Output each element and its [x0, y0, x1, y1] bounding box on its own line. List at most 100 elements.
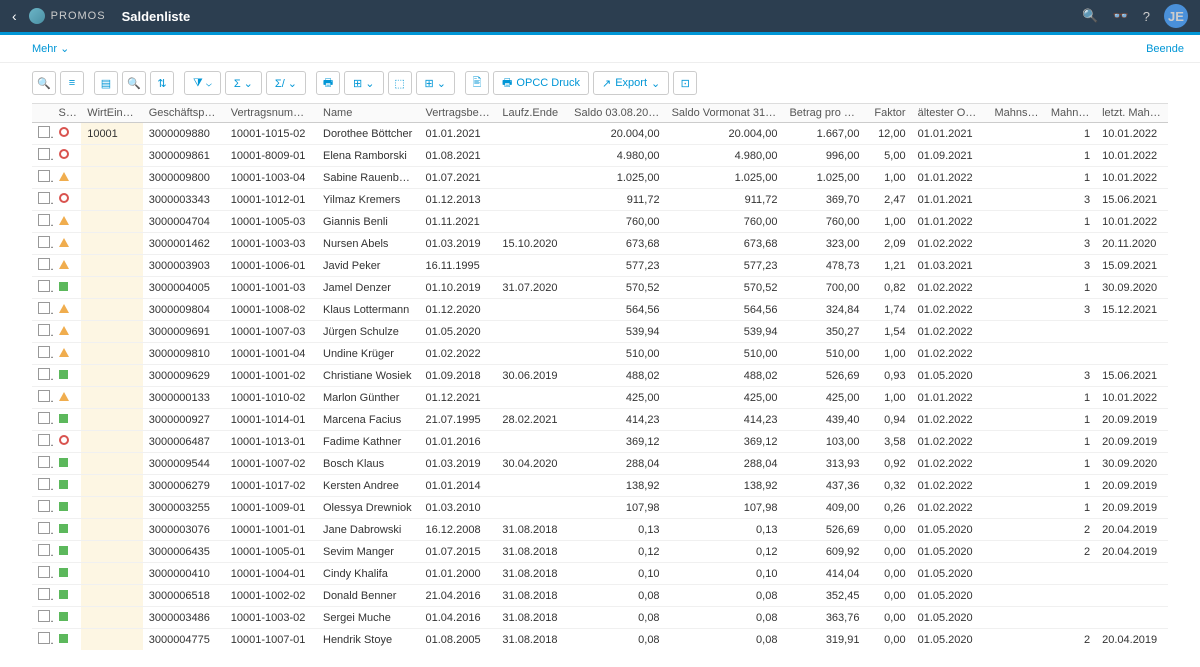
status-tri-icon — [59, 238, 69, 247]
status-sq-icon — [59, 502, 68, 511]
export-icon[interactable]: ⬚ — [388, 71, 412, 95]
more-button[interactable]: Mehr ⌄ — [32, 42, 69, 55]
table-row[interactable]: 10001300000988010001-1015-02Dorothee Böt… — [32, 123, 1168, 145]
col-bpm[interactable]: Betrag pro Monat — [783, 104, 865, 123]
row-checkbox[interactable] — [38, 610, 50, 622]
table-row[interactable]: 300000986110001-8009-01Elena Ramborski01… — [32, 145, 1168, 167]
export-dropdown[interactable]: ↗ Export ⌄ — [593, 71, 669, 95]
table-row[interactable]: 300000390310001-1006-01Javid Peker16.11.… — [32, 255, 1168, 277]
row-checkbox[interactable] — [38, 148, 50, 160]
table-row[interactable]: 300000477510001-1007-01Hendrik Stoye01.0… — [32, 629, 1168, 651]
status-sq-icon — [59, 480, 68, 489]
table-row[interactable]: 300000307610001-1001-01Jane Dabrowski16.… — [32, 519, 1168, 541]
col-saldo[interactable]: Saldo 03.08.2022 — [568, 104, 665, 123]
status-sq-icon — [59, 568, 68, 577]
status-circle-icon — [59, 193, 69, 203]
row-checkbox[interactable] — [38, 170, 50, 182]
row-checkbox[interactable] — [38, 434, 50, 446]
table-row[interactable]: 300000325510001-1009-01Olessya Drewniok0… — [32, 497, 1168, 519]
row-checkbox[interactable] — [38, 368, 50, 380]
row-checkbox[interactable] — [38, 478, 50, 490]
col-name[interactable]: Name — [317, 104, 420, 123]
subtotal-dropdown[interactable]: Σ/ ⌄ — [266, 71, 306, 95]
col-wirt[interactable]: WirtEinh ▲ — [81, 104, 143, 123]
table-row[interactable]: 300000470410001-1005-03Giannis Benli01.1… — [32, 211, 1168, 233]
zoom-icon[interactable]: 🔍 — [122, 71, 146, 95]
row-checkbox[interactable] — [38, 390, 50, 402]
row-checkbox[interactable] — [38, 324, 50, 336]
table-row[interactable]: 300000651810001-1002-02Donald Benner21.0… — [32, 585, 1168, 607]
table-row[interactable]: 300000092710001-1014-01Marcena Facius21.… — [32, 409, 1168, 431]
table-row[interactable]: 300000980410001-1008-02Klaus Lottermann0… — [32, 299, 1168, 321]
col-vn[interactable]: Vertragsnummer — [225, 104, 317, 123]
col-mvp[interactable]: Mahnsp. Vt — [988, 104, 1044, 123]
table-row[interactable]: 300000041010001-1004-01Cindy Khalifa01.0… — [32, 563, 1168, 585]
col-st[interactable]: St... — [53, 104, 82, 123]
row-checkbox[interactable] — [38, 236, 50, 248]
row-checkbox[interactable] — [38, 588, 50, 600]
page-title: Saldenliste — [122, 9, 191, 24]
table-row[interactable]: 300000348610001-1003-02Sergei Muche01.04… — [32, 607, 1168, 629]
row-checkbox[interactable] — [38, 214, 50, 226]
row-checkbox[interactable] — [38, 126, 50, 138]
row-checkbox[interactable] — [38, 500, 50, 512]
status-circle-icon — [59, 149, 69, 159]
logo-icon — [29, 8, 45, 24]
sort-icon[interactable]: ⇅ — [150, 71, 174, 95]
table-row[interactable]: 300000962910001-1001-02Christiane Wosiek… — [32, 365, 1168, 387]
row-checkbox[interactable] — [38, 280, 50, 292]
table-row[interactable]: 300000013310001-1010-02Marlon Günther01.… — [32, 387, 1168, 409]
binoculars-icon[interactable]: 👓 — [1113, 8, 1129, 24]
table-row[interactable]: 300000627910001-1017-02Kersten Andree01.… — [32, 475, 1168, 497]
table-container[interactable]: St...WirtEinh ▲GeschäftspartnerVertragsn… — [32, 103, 1168, 650]
table-row[interactable]: 300000400510001-1001-03Jamel Denzer01.10… — [32, 277, 1168, 299]
row-checkbox[interactable] — [38, 412, 50, 424]
search-icon[interactable]: 🔍 — [1082, 8, 1098, 24]
search-button[interactable]: 🔍 — [32, 71, 56, 95]
row-checkbox[interactable] — [38, 302, 50, 314]
back-button[interactable]: ‹ — [12, 8, 17, 24]
col-vb[interactable]: Vertragsbeginn — [420, 104, 497, 123]
row-checkbox[interactable] — [38, 544, 50, 556]
row-checkbox[interactable] — [38, 522, 50, 534]
sum-dropdown[interactable]: Σ ⌄ — [225, 71, 262, 95]
row-checkbox[interactable] — [38, 258, 50, 270]
layout-dropdown[interactable]: ⊞ ⌄ — [416, 71, 456, 95]
table-row[interactable]: 300000643510001-1005-01Sevim Manger01.07… — [32, 541, 1168, 563]
table-row[interactable]: 300000980010001-1003-04Sabine Rauenberg0… — [32, 167, 1168, 189]
column-icon[interactable]: ⊡ — [673, 71, 697, 95]
col-vm[interactable]: Saldo Vormonat 31.07.2022 — [666, 104, 784, 123]
funnel-dropdown[interactable]: ⧩ ⌄ — [184, 71, 221, 95]
row-checkbox[interactable] — [38, 456, 50, 468]
col-gp[interactable]: Geschäftspartner — [143, 104, 225, 123]
table-row[interactable]: 300000648710001-1013-01Fadime Kathner01.… — [32, 431, 1168, 453]
doc-icon[interactable]: 🖹 — [465, 71, 489, 95]
col-chk[interactable] — [32, 104, 53, 123]
status-tri-icon — [59, 348, 69, 357]
table-row[interactable]: 300000981010001-1001-04Undine Krüger01.0… — [32, 343, 1168, 365]
print-icon[interactable]: 🖶 — [316, 71, 340, 95]
col-op[interactable]: ältester OP fällig — [912, 104, 989, 123]
status-tri-icon — [59, 172, 69, 181]
avatar[interactable]: JE — [1164, 4, 1188, 28]
table-row[interactable]: 300000969110001-1007-03Jürgen Schulze01.… — [32, 321, 1168, 343]
col-le[interactable]: Laufz.Ende — [496, 104, 568, 123]
table-row[interactable]: 300000334310001-1012-01Yilmaz Kremers01.… — [32, 189, 1168, 211]
col-lm[interactable]: letzt. Mahnung — [1096, 104, 1168, 123]
col-fk[interactable]: Faktor — [865, 104, 911, 123]
help-icon[interactable]: ? — [1143, 9, 1150, 24]
row-checkbox[interactable] — [38, 192, 50, 204]
view-dropdown[interactable]: ⊞ ⌄ — [344, 71, 384, 95]
col-mvt[interactable]: Mahnst. Vt — [1045, 104, 1096, 123]
row-checkbox[interactable] — [38, 566, 50, 578]
filter-icon[interactable]: ▤ — [94, 71, 118, 95]
status-sq-icon — [59, 634, 68, 643]
table-row[interactable]: 300000146210001-1003-03Nursen Abels01.03… — [32, 233, 1168, 255]
filter-lines-icon[interactable]: ≡ — [60, 71, 84, 95]
row-checkbox[interactable] — [38, 346, 50, 358]
end-button[interactable]: Beende — [1146, 43, 1184, 55]
app-header: ‹ PROMOS Saldenliste 🔍 👓 ? JE — [0, 0, 1200, 32]
opcc-print-button[interactable]: 🖶 OPCC Druck — [493, 71, 589, 95]
row-checkbox[interactable] — [38, 632, 50, 644]
table-row[interactable]: 300000954410001-1007-02Bosch Klaus01.03.… — [32, 453, 1168, 475]
